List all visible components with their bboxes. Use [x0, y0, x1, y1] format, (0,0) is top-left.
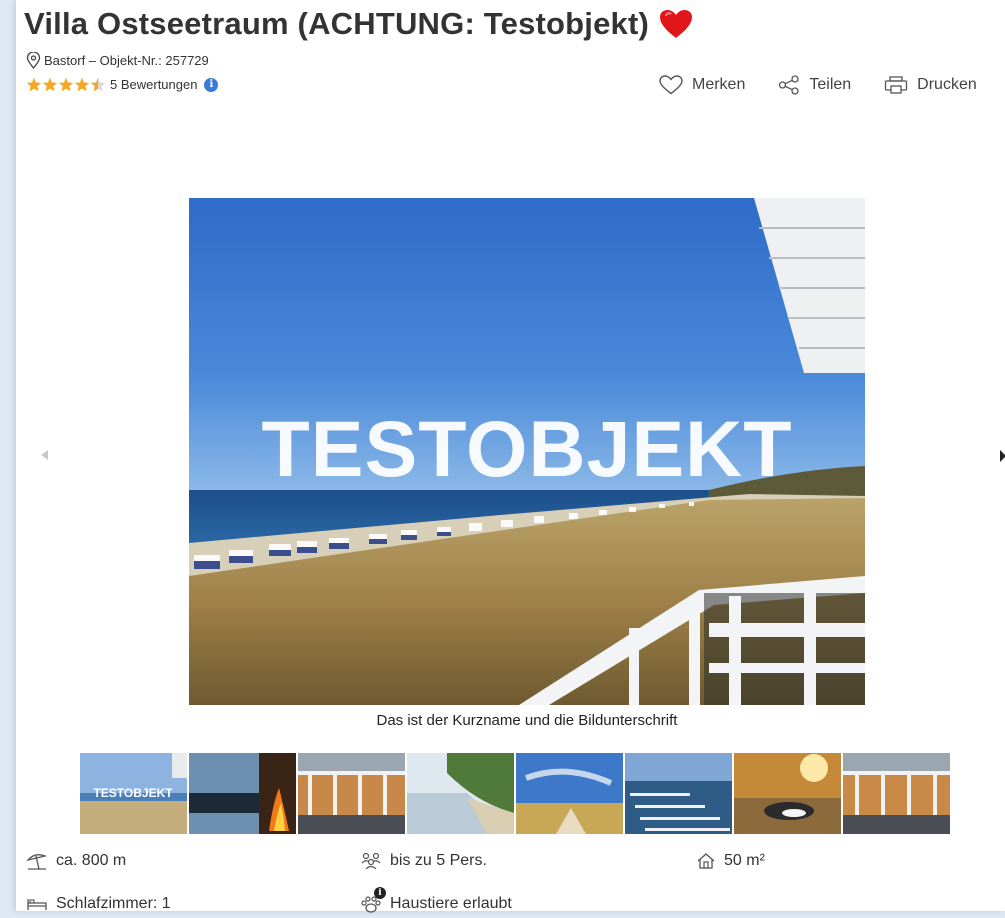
- location-text: Bastorf – Objekt-Nr.: 257729: [44, 53, 209, 68]
- thumbnail-4[interactable]: [407, 753, 514, 834]
- people-icon: [361, 852, 381, 870]
- main-photo[interactable]: TESTOBJEKT: [189, 198, 865, 705]
- star-rating: [26, 77, 106, 92]
- feature-distance: ca. 800 m: [26, 851, 126, 871]
- listing-title: Villa Ostseetraum (ACHTUNG: Testobjekt): [24, 6, 650, 41]
- heart-outline-icon: [659, 75, 683, 95]
- print-label: Drucken: [917, 76, 977, 93]
- gallery-next-arrow[interactable]: [1000, 450, 1005, 462]
- heart-icon[interactable]: [659, 9, 693, 39]
- feature-area: 50 m²: [696, 851, 765, 871]
- map-pin-icon: [26, 52, 41, 69]
- thumbnail-6[interactable]: [625, 753, 732, 834]
- thumbnail-8[interactable]: [843, 753, 950, 834]
- feature-bedrooms: Schlafzimmer: 1: [26, 895, 171, 913]
- photo-caption: Das ist der Kurzname und die Bilduntersc…: [376, 712, 678, 729]
- location-line: Bastorf – Objekt-Nr.: 257729: [26, 52, 209, 69]
- listing-page: Villa Ostseetraum (ACHTUNG: Testobjekt) …: [16, 0, 1005, 913]
- bedrooms-text: Schlafzimmer: 1: [56, 895, 171, 912]
- pets-info-icon[interactable]: i: [374, 887, 386, 899]
- thumbnail-1[interactable]: TESTOBJEKT: [80, 753, 187, 834]
- thumbnail-watermark: TESTOBJEKT: [93, 786, 173, 800]
- persons-text: bis zu 5 Pers.: [390, 852, 487, 869]
- bed-icon: [27, 899, 47, 910]
- beach-umbrella-icon: [26, 854, 48, 870]
- house-icon: [697, 853, 715, 869]
- hero-watermark: TESTOBJEKT: [261, 404, 793, 493]
- thumbnail-3[interactable]: [298, 753, 405, 834]
- thumbnail-5[interactable]: [516, 753, 623, 834]
- share-label: Teilen: [809, 76, 852, 93]
- info-icon[interactable]: i: [204, 77, 219, 92]
- rating-row: 5 Bewertungen i: [26, 77, 219, 92]
- reviews-link[interactable]: 5 Bewertungen: [110, 77, 197, 92]
- save-button[interactable]: Merken: [659, 75, 745, 95]
- thumbnail-2[interactable]: [189, 753, 296, 834]
- feature-persons: bis zu 5 Pers.: [360, 851, 487, 871]
- feature-pets: i Haustiere erlaubt: [360, 887, 512, 913]
- share-icon: [779, 75, 800, 95]
- gallery-prev-arrow[interactable]: [41, 450, 48, 460]
- action-bar: Merken Teilen Drucken: [659, 75, 977, 95]
- pets-text: Haustiere erlaubt: [390, 895, 512, 912]
- paw-icon: i: [360, 887, 386, 913]
- save-label: Merken: [692, 76, 746, 93]
- thumbnail-strip: TESTOBJEKT: [80, 753, 952, 834]
- page-title: Villa Ostseetraum (ACHTUNG: Testobjekt): [24, 6, 693, 42]
- distance-text: ca. 800 m: [56, 852, 127, 869]
- share-button[interactable]: Teilen: [778, 75, 851, 95]
- print-icon: [885, 76, 908, 94]
- thumbnail-7[interactable]: [734, 753, 841, 834]
- area-text: 50 m²: [724, 852, 765, 869]
- print-button[interactable]: Drucken: [884, 75, 977, 95]
